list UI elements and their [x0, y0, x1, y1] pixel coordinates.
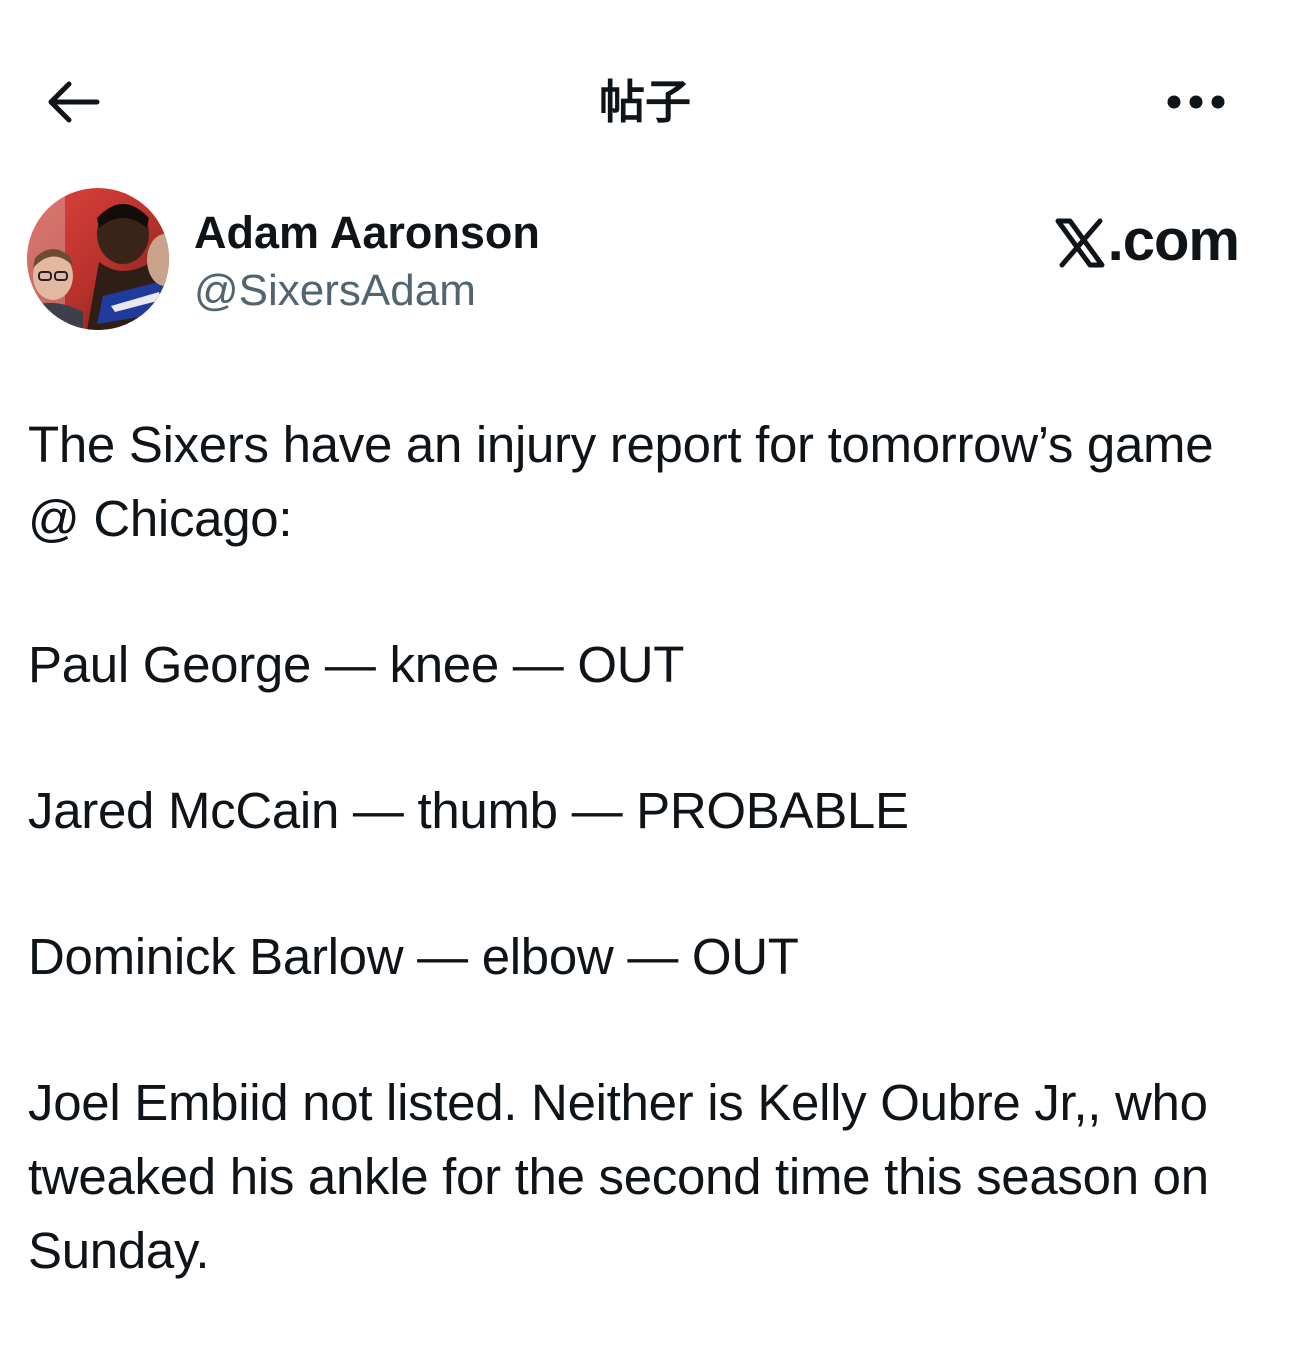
- more-horizontal-icon: [1167, 95, 1225, 109]
- x-logo-icon: [1055, 218, 1105, 268]
- back-button[interactable]: [38, 70, 108, 134]
- post-paragraph-embiid: Joel Embiid not listed. Neither is Kelly…: [28, 1074, 1209, 1279]
- arrow-left-icon: [48, 81, 100, 123]
- author-handle[interactable]: @SixersAdam: [194, 264, 476, 318]
- more-options-button[interactable]: [1158, 76, 1234, 128]
- author-display-name[interactable]: Adam Aaronson: [194, 206, 540, 260]
- avatar-photo: [27, 188, 169, 330]
- post-paragraph-intro: The Sixers have an injury report for tom…: [28, 416, 1214, 547]
- brand-domain: .com: [1107, 208, 1240, 273]
- page-title: 帖子: [599, 76, 691, 128]
- x-com-watermark: .com: [1054, 208, 1240, 274]
- avatar[interactable]: [27, 188, 169, 330]
- post-paragraph-george: Paul George — knee — OUT: [28, 636, 685, 693]
- post-author: Adam Aaronson @SixersAdam .com: [27, 188, 1263, 333]
- post-paragraph-barlow: Dominick Barlow — elbow — OUT: [28, 928, 799, 985]
- top-navigation-bar: 帖子: [0, 0, 1290, 200]
- post-paragraph-mccain: Jared McCain — thumb — PROBABLE: [28, 782, 909, 839]
- post-text: The Sixers have an injury report for tom…: [28, 408, 1264, 1288]
